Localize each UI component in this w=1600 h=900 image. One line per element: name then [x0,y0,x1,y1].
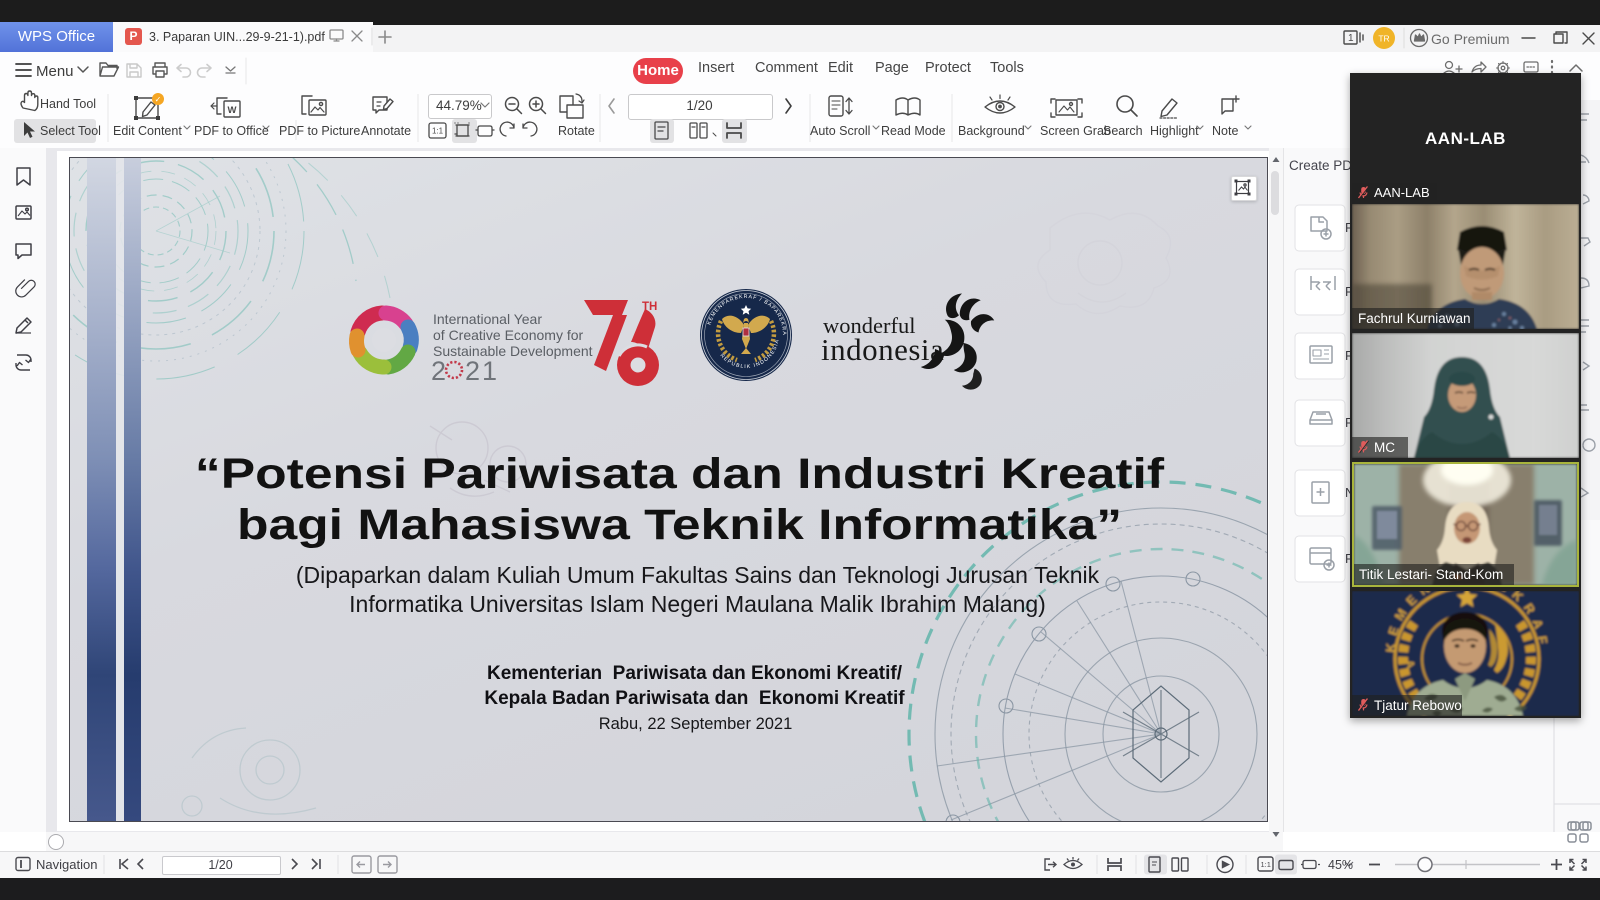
svg-text:TH: TH [642,301,657,313]
svg-text:W: W [228,105,237,116]
svg-text:1:1: 1:1 [432,127,444,136]
svg-text:21: 21 [465,356,499,386]
svg-text:Sustainable Development: Sustainable Development [433,343,593,359]
svg-text:Tjatur Rebowo: Tjatur Rebowo [1374,698,1462,713]
svg-text:1: 1 [1348,33,1354,44]
svg-text:Titik Lestari- Stand-Kom: Titik Lestari- Stand-Kom [1359,567,1503,582]
svg-text:TR: TR [1378,34,1389,44]
svg-text:MC: MC [1374,440,1395,455]
svg-text:of Creative Economy for: of Creative Economy for [433,327,584,343]
svg-text:indonesia: indonesia [821,332,944,367]
svg-text:2: 2 [431,356,448,386]
svg-text:1:1: 1:1 [1261,860,1271,869]
svg-text:✓: ✓ [155,95,162,104]
svg-text:Fachrul Kurniawan: Fachrul Kurniawan [1358,311,1471,326]
svg-text:International Year: International Year [433,311,542,327]
